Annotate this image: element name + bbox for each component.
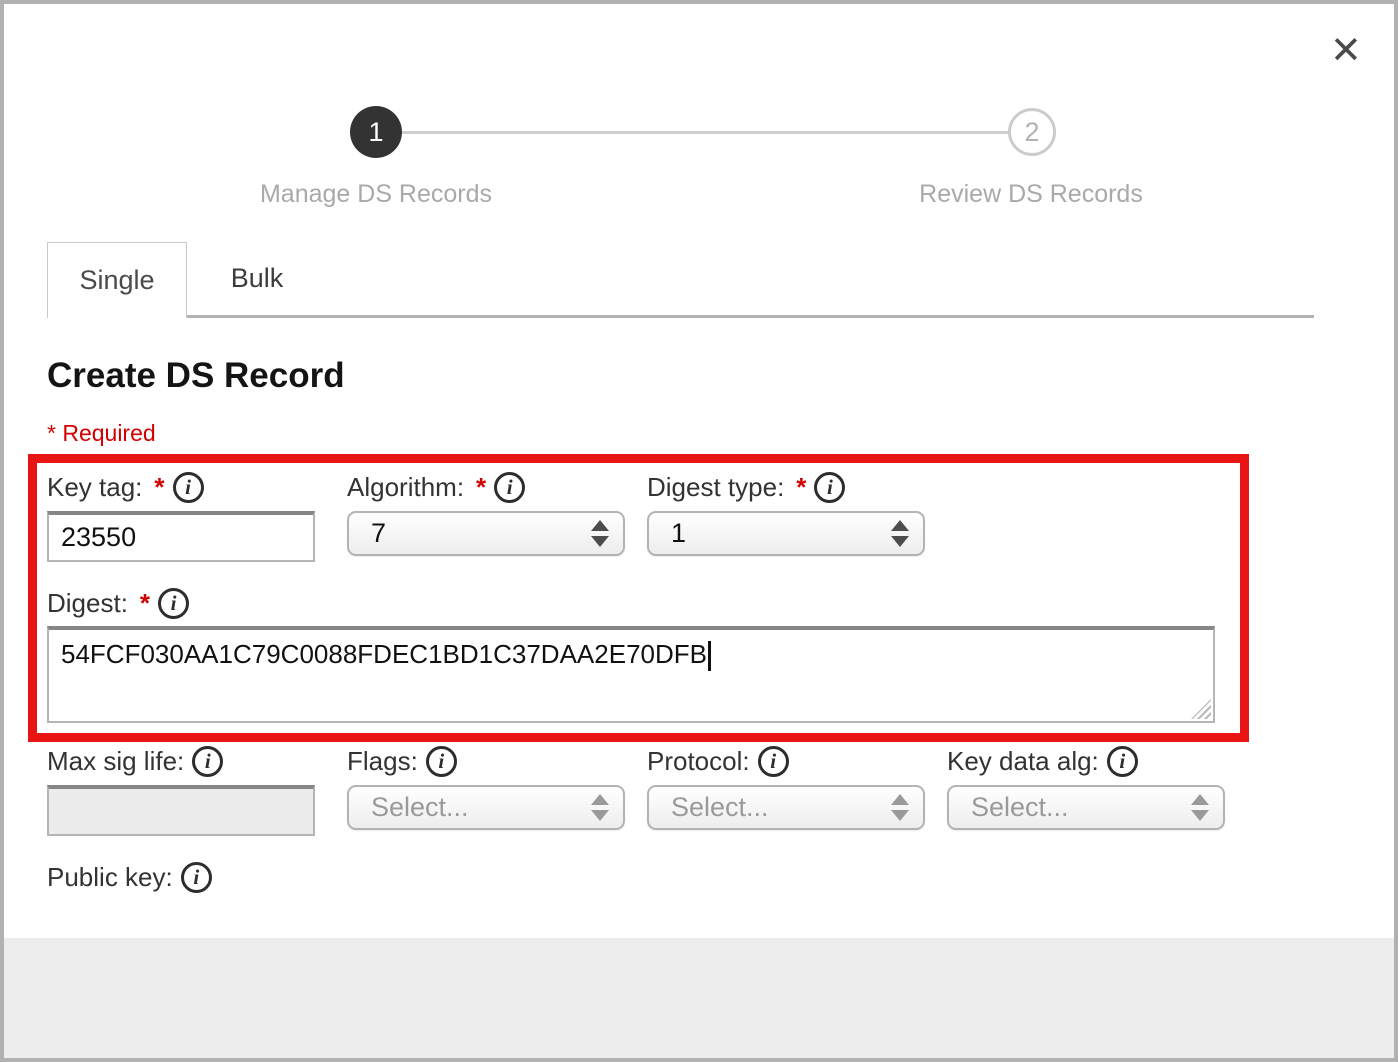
info-icon[interactable]: i [181, 862, 212, 893]
info-icon[interactable]: i [758, 746, 789, 777]
key-tag-value: 23550 [61, 522, 136, 553]
max-sig-life-label-text: Max sig life: [47, 746, 184, 777]
flags-select[interactable]: Select... [347, 785, 625, 830]
page-title: Create DS Record [47, 356, 345, 396]
close-icon[interactable]: ✕ [1330, 32, 1362, 70]
flags-label: Flags: i [347, 746, 457, 777]
required-asterisk: * [154, 472, 164, 503]
stepper-step-1-number: 1 [368, 117, 383, 148]
key-tag-label-text: Key tag: [47, 472, 142, 503]
key-data-alg-label-text: Key data alg: [947, 746, 1099, 777]
text-caret [708, 641, 711, 671]
resize-grip-icon[interactable] [1191, 699, 1211, 719]
protocol-label: Protocol: i [647, 746, 789, 777]
stepper-step-1: 1 [350, 106, 402, 158]
key-tag-label: Key tag: * i [47, 472, 204, 503]
digest-label-text: Digest: [47, 588, 128, 619]
tab-single[interactable]: Single [47, 242, 187, 318]
required-note: * Required [47, 420, 156, 447]
select-arrows-icon [591, 794, 609, 821]
select-arrows-icon [891, 520, 909, 547]
info-icon[interactable]: i [192, 746, 223, 777]
stepper-step-2: 2 [1008, 108, 1056, 156]
tab-bulk[interactable]: Bulk [187, 242, 327, 315]
info-icon[interactable]: i [814, 472, 845, 503]
key-data-alg-label: Key data alg: i [947, 746, 1138, 777]
stepper-step-2-label: Review DS Records [919, 180, 1143, 209]
stepper-step-1-label: Manage DS Records [260, 180, 492, 209]
key-tag-input[interactable]: 23550 [47, 511, 315, 562]
digest-type-label: Digest type: * i [647, 472, 845, 503]
public-key-label: Public key: i [47, 862, 212, 893]
flags-select-value: Select... [371, 792, 591, 823]
protocol-select-value: Select... [671, 792, 891, 823]
select-arrows-icon [891, 794, 909, 821]
digest-value: 54FCF030AA1C79C0088FDEC1BD1C37DAA2E70DFB [61, 639, 707, 669]
dialog-footer: Cancel Back Next [4, 938, 1394, 1062]
create-ds-record-dialog: ✕ 1 2 Manage DS Records Review DS Record… [0, 0, 1398, 1062]
stepper-connector [376, 131, 1032, 134]
algorithm-select-value: 7 [371, 518, 591, 549]
public-key-label-text: Public key: [47, 862, 173, 893]
algorithm-label-text: Algorithm: [347, 472, 464, 503]
digest-type-select-value: 1 [671, 518, 891, 549]
max-sig-life-label: Max sig life: i [47, 746, 223, 777]
max-sig-life-input[interactable] [47, 785, 315, 836]
protocol-label-text: Protocol: [647, 746, 750, 777]
select-arrows-icon [591, 520, 609, 547]
key-data-alg-select[interactable]: Select... [947, 785, 1225, 830]
digest-type-label-text: Digest type: [647, 472, 784, 503]
algorithm-label: Algorithm: * i [347, 472, 525, 503]
stepper-step-2-number: 2 [1024, 117, 1039, 148]
info-icon[interactable]: i [426, 746, 457, 777]
info-icon[interactable]: i [173, 472, 204, 503]
info-icon[interactable]: i [158, 588, 189, 619]
digest-textarea[interactable]: 54FCF030AA1C79C0088FDEC1BD1C37DAA2E70DFB [47, 626, 1215, 723]
required-asterisk: * [140, 588, 150, 619]
algorithm-select[interactable]: 7 [347, 511, 625, 556]
digest-label: Digest: * i [47, 588, 189, 619]
select-arrows-icon [1191, 794, 1209, 821]
tabbar-bottom-border [47, 315, 1314, 318]
digest-type-select[interactable]: 1 [647, 511, 925, 556]
flags-label-text: Flags: [347, 746, 418, 777]
info-icon[interactable]: i [1107, 746, 1138, 777]
info-icon[interactable]: i [494, 472, 525, 503]
required-asterisk: * [796, 472, 806, 503]
required-asterisk: * [476, 472, 486, 503]
key-data-alg-select-value: Select... [971, 792, 1191, 823]
protocol-select[interactable]: Select... [647, 785, 925, 830]
tab-bulk-label: Bulk [231, 263, 284, 294]
tab-single-label: Single [79, 265, 154, 296]
